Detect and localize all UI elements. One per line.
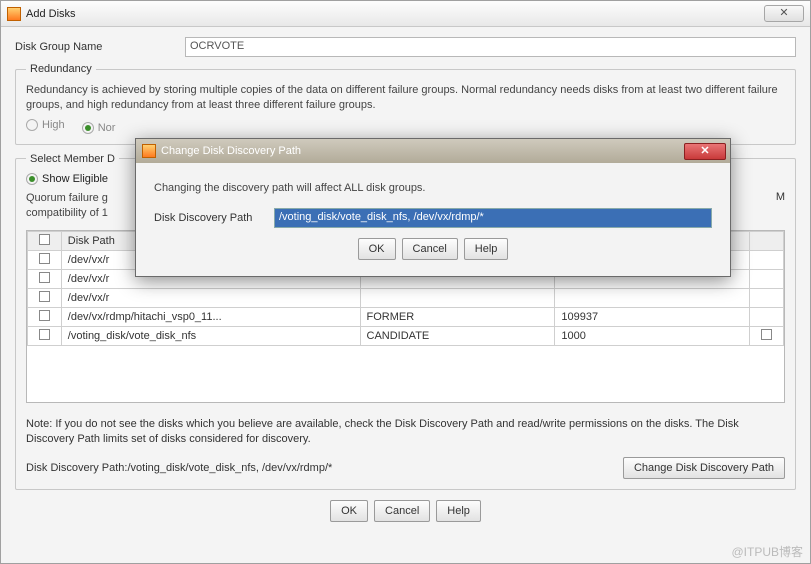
dialog-cancel-button[interactable]: Cancel	[402, 238, 458, 260]
table-row[interactable]: /dev/vx/r	[28, 289, 784, 308]
discovery-path-input[interactable]: /voting_disk/vote_disk_nfs, /dev/vx/rdmp…	[274, 208, 712, 228]
change-discovery-path-button[interactable]: Change Disk Discovery Path	[623, 457, 785, 479]
add-disks-window: Add Disks ✕ Disk Group Name OCRVOTE Redu…	[0, 0, 811, 564]
show-eligible-label: Show Eligible	[42, 173, 108, 185]
disk-group-name-label: Disk Group Name	[15, 41, 185, 53]
header-checkbox[interactable]	[39, 234, 50, 245]
change-discovery-path-dialog: Change Disk Discovery Path ✕ Changing th…	[135, 138, 731, 277]
row-checkbox[interactable]	[39, 310, 50, 321]
redundancy-description: Redundancy is achieved by storing multip…	[26, 83, 785, 113]
dialog-warning: Changing the discovery path will affect …	[154, 181, 712, 196]
titlebar: Add Disks ✕	[1, 1, 810, 27]
row-checkbox[interactable]	[39, 291, 50, 302]
ok-button[interactable]: OK	[330, 500, 368, 522]
redundancy-normal-label: Nor	[98, 122, 116, 134]
dialog-icon	[142, 144, 156, 158]
table-empty-area	[27, 346, 784, 402]
app-icon	[7, 7, 21, 21]
dialog-ok-button[interactable]: OK	[358, 238, 396, 260]
main-button-row: OK Cancel Help	[15, 500, 796, 522]
redundancy-high-radio[interactable]: High	[26, 119, 65, 131]
table-row[interactable]: /voting_disk/vote_disk_nfsCANDIDATE1000	[28, 327, 784, 346]
row-quorum-checkbox[interactable]	[761, 329, 772, 340]
redundancy-high-label: High	[42, 119, 65, 131]
row-checkbox[interactable]	[39, 272, 50, 283]
show-eligible-radio[interactable]: Show Eligible	[26, 173, 108, 185]
redundancy-legend: Redundancy	[26, 63, 96, 75]
discovery-path-field-label: Disk Discovery Path	[154, 212, 274, 224]
dialog-title: Change Disk Discovery Path	[161, 145, 301, 157]
redundancy-normal-radio[interactable]: Nor	[82, 122, 116, 134]
dialog-help-button[interactable]: Help	[464, 238, 509, 260]
discovery-note: Note: If you do not see the disks which …	[26, 417, 785, 447]
row-checkbox[interactable]	[39, 253, 50, 264]
disk-group-name-input[interactable]: OCRVOTE	[185, 37, 796, 57]
row-checkbox[interactable]	[39, 329, 50, 340]
col-quorum[interactable]	[750, 232, 784, 251]
content-area: Disk Group Name OCRVOTE Redundancy Redun…	[1, 27, 810, 530]
dialog-close-button[interactable]: ✕	[684, 143, 726, 160]
trailing-fragment: M	[776, 191, 785, 203]
table-row[interactable]: /dev/vx/rdmp/hitachi_vsp0_11...FORMER109…	[28, 308, 784, 327]
window-title: Add Disks	[26, 8, 76, 20]
cancel-button[interactable]: Cancel	[374, 500, 430, 522]
select-member-legend: Select Member D	[26, 153, 119, 165]
help-button[interactable]: Help	[436, 500, 481, 522]
watermark: @ITPUB博客	[731, 543, 803, 560]
dialog-button-row: OK Cancel Help	[154, 238, 712, 260]
dialog-titlebar: Change Disk Discovery Path ✕	[136, 139, 730, 163]
window-close-button[interactable]: ✕	[764, 5, 804, 22]
redundancy-group: Redundancy Redundancy is achieved by sto…	[15, 63, 796, 145]
discovery-path-label: Disk Discovery Path:/voting_disk/vote_di…	[26, 462, 623, 474]
